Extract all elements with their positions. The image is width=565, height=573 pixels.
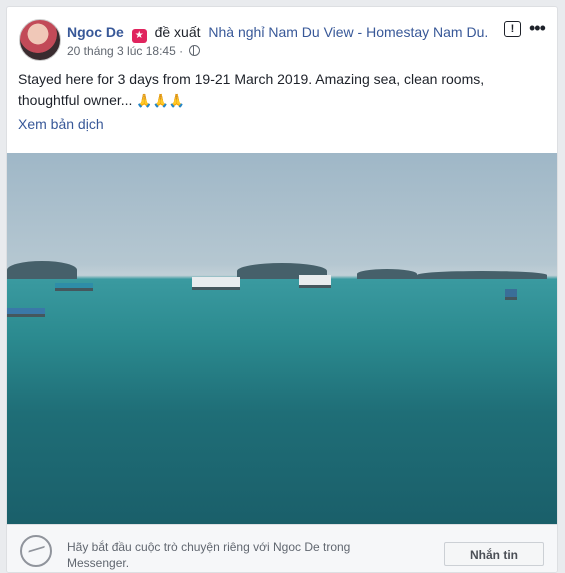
post-meta: 20 tháng 3 lúc 18:45 · (67, 44, 201, 58)
see-translation-link[interactable]: Xem bản dịch (18, 116, 104, 132)
island (417, 271, 547, 279)
report-icon[interactable]: ! (504, 21, 521, 37)
messenger-prompt: Hãy bắt đầu cuộc trò chuyện riêng với Ng… (67, 540, 351, 570)
action-text: đề xuất (154, 24, 201, 40)
boat (7, 308, 45, 317)
post-text: Stayed here for 3 days from 19-21 March … (18, 69, 533, 111)
post-header: Ngoc De ★ đề xuất Nhà nghỉ Nam Du View -… (7, 7, 557, 69)
author-name[interactable]: Ngoc De (67, 24, 124, 40)
globe-icon[interactable] (189, 45, 201, 56)
send-message-button[interactable]: Nhắn tin (444, 542, 544, 566)
more-icon[interactable]: ••• (529, 18, 546, 39)
boat (299, 275, 331, 288)
post-body: Stayed here for 3 days from 19-21 March … (18, 71, 485, 108)
post-card: Ngoc De ★ đề xuất Nhà nghỉ Nam Du View -… (6, 6, 558, 573)
page-link[interactable]: Nhà nghỉ Nam Du View - Homestay Nam Du. (208, 24, 488, 40)
messenger-icon (20, 535, 52, 567)
recommend-badge-icon: ★ (131, 29, 147, 43)
messenger-footer: Hãy bắt đầu cuộc trò chuyện riêng với Ng… (7, 524, 557, 572)
pray-emoji: 🙏🙏🙏 (136, 93, 185, 108)
island (357, 269, 417, 279)
boat (55, 283, 93, 291)
post-title-line: Ngoc De ★ đề xuất Nhà nghỉ Nam Du View -… (67, 24, 488, 43)
boat (192, 277, 240, 290)
post-photo[interactable] (7, 153, 557, 524)
boat (505, 289, 517, 300)
timestamp[interactable]: 20 tháng 3 lúc 18:45 · (67, 44, 183, 58)
island (7, 261, 77, 279)
avatar[interactable] (19, 19, 61, 61)
